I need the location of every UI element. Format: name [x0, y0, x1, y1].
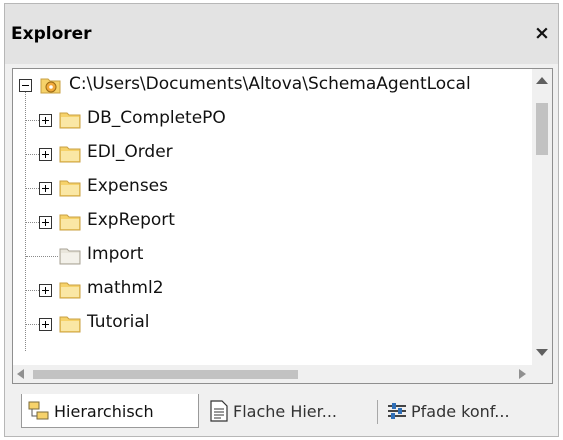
tree-item[interactable]: Import: [13, 239, 528, 273]
tree-item-label: Import: [87, 244, 144, 264]
tree-root-row[interactable]: C:\Users\Documents\Altova\SchemaAgentLoc…: [13, 69, 528, 103]
tab-pfade-konfigurieren[interactable]: Pfade konf...: [383, 394, 555, 428]
folder-icon: [59, 112, 81, 129]
folder-icon: [59, 282, 81, 299]
horizontal-scroll-thumb[interactable]: [33, 370, 298, 379]
tab-label: Flache Hier...: [233, 402, 338, 421]
tab-divider: [377, 400, 378, 424]
close-button[interactable]: ×: [532, 22, 552, 44]
tree-root-label: C:\Users\Documents\Altova\SchemaAgentLoc…: [69, 74, 471, 94]
horizontal-scrollbar[interactable]: [13, 365, 532, 383]
folder-empty-icon: [59, 248, 81, 265]
scroll-up-arrow-icon[interactable]: [536, 77, 548, 84]
folder-icon: [59, 146, 81, 163]
expand-toggle[interactable]: [39, 148, 52, 161]
gear-folder-icon: [40, 78, 61, 94]
vertical-scroll-thumb[interactable]: [536, 103, 548, 155]
tree-item-label: Tutorial: [87, 312, 150, 332]
scroll-left-arrow-icon[interactable]: [17, 369, 24, 379]
expand-toggle[interactable]: [39, 284, 52, 297]
title-bar: Explorer ×: [5, 4, 558, 64]
expand-toggle[interactable]: [39, 318, 52, 331]
folder-icon: [59, 180, 81, 197]
tree-item[interactable]: ExpReport: [13, 205, 528, 239]
tree-item-label: DB_CompletePO: [87, 108, 226, 128]
expand-toggle[interactable]: [39, 114, 52, 127]
document-list-icon: [210, 400, 228, 422]
folder-icon: [59, 214, 81, 231]
tree-item-label: ExpReport: [87, 210, 175, 230]
tab-flache-hierarchie[interactable]: Flache Hier...: [205, 394, 375, 428]
folder-icon: [59, 316, 81, 333]
collapse-toggle[interactable]: [19, 79, 32, 92]
tree-item[interactable]: DB_CompletePO: [13, 103, 528, 137]
scrollbar-corner: [532, 365, 552, 383]
tree-item[interactable]: Expenses: [13, 171, 528, 205]
tree-item[interactable]: mathml2: [13, 273, 528, 307]
tree-item-label: mathml2: [87, 278, 164, 298]
tab-label: Hierarchisch: [54, 402, 154, 421]
scroll-down-arrow-icon[interactable]: [536, 349, 548, 356]
tab-label: Pfade konf...: [411, 402, 510, 421]
tree-view[interactable]: C:\Users\Documents\Altova\SchemaAgentLoc…: [12, 68, 553, 384]
expand-toggle[interactable]: [39, 216, 52, 229]
panel-title: Explorer: [11, 24, 92, 44]
hierarchy-icon: [28, 401, 49, 420]
explorer-panel: Explorer × C:\Users\Documents\Altova\Sch…: [4, 3, 559, 437]
tree-item-label: Expenses: [87, 176, 168, 196]
path-config-icon: [388, 403, 406, 419]
tree-item-label: EDI_Order: [87, 142, 173, 162]
vertical-scrollbar[interactable]: [532, 69, 552, 365]
tab-bar: Hierarchisch Flache Hier... Pfade konf..…: [5, 386, 558, 436]
expand-toggle[interactable]: [39, 182, 52, 195]
tab-hierarchisch[interactable]: Hierarchisch: [21, 394, 199, 428]
tree-item[interactable]: EDI_Order: [13, 137, 528, 171]
tree-item[interactable]: Tutorial: [13, 307, 528, 341]
scroll-right-arrow-icon[interactable]: [519, 369, 526, 379]
